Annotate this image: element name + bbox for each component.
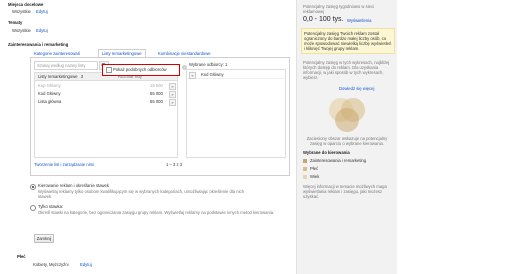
remarketing-list-table: Listy remarketingowe 3 Rozmiar listy Kup… [34,72,178,158]
search-input[interactable]: Szukaj według nazwy listy [34,61,98,70]
reach-footer: Więcej informacji w temacie możliwych ma… [303,184,387,199]
bid-only-title[interactable]: Tylko stawka: [38,204,63,209]
manage-lists-link[interactable]: Tworzenie list i zarządzanie nimi [34,162,94,167]
gender-value: Kobiety, Mężczyźni [33,262,69,267]
table-row[interactable]: Kod Główny 55 000 » [35,90,177,98]
table-row[interactable]: Kup Główny 15 000 » [35,82,177,90]
reach-value: 0,0 - 100 tys. [303,16,344,23]
tab-interest-categories[interactable]: Kategorie zainteresowań [34,51,80,56]
tab-remarketing-lists[interactable]: Listy remarketingowe [98,49,146,57]
list-count: 3 [80,74,84,79]
selected-audiences-label: Wybrane odbiorcy: 1 [189,62,228,67]
reach-warning-text: Potencjalny zasięg Twoich reklam został … [304,31,392,51]
legend-swatch [303,159,307,163]
add-row-button[interactable]: » [169,91,176,98]
tab-custom-combinations[interactable]: Kombinacje niestandardowe [158,51,211,56]
selected-targeting-heading: Wybrane do kierowania [303,150,350,155]
pagination: 1 – 3 z 3 [166,162,183,167]
row-size: 55 000 [150,99,163,104]
learn-more-link[interactable]: Dowiedz się więcej [339,86,374,91]
row-name: Kup Główny [38,83,61,88]
legend-item: Płeć [303,166,393,174]
locations-heading: Miejsca docelowe [8,2,44,7]
venn-diagram [329,98,365,132]
table-row[interactable]: Lista główna 55 000 » [35,98,177,106]
legend-swatch [303,175,307,179]
gender-heading: Płeć [17,254,26,259]
impressions-link[interactable]: Wyświetlenia [347,18,371,23]
close-button[interactable]: Zamknij [34,234,54,243]
add-row-button[interactable]: » [169,99,176,106]
legend-label: Płeć [310,166,319,171]
target-and-bid-description: Wyświetlaj reklamy tylko osobom kwalifik… [38,189,244,199]
selected-list: « Kod Główny [186,69,286,158]
tab-remarketing-lists-label: Listy remarketingowe [102,51,142,56]
topics-heading: Tematy [8,20,23,25]
reach-sidebar: Potencjalny zasięg tygodniowo w sieci re… [296,0,397,274]
selected-item-name: Kod Główny [201,72,224,77]
reach-warning: Potencjalny zasięg Twoich reklam został … [301,28,395,54]
venn-caption: Zacieniony obszar wskazuje na potencjaln… [306,136,388,146]
bid-only-description: Określ stawki na kategorie, bez ogranicz… [38,210,275,215]
legend-swatch [303,167,307,171]
topics-edit-link[interactable]: Edytuj [36,28,48,33]
list-header-label: Listy remarketingowe [38,74,78,79]
search-placeholder: Szukaj według nazwy listy [37,63,86,68]
row-size: 55 000 [150,91,163,96]
remove-selected-button[interactable]: « [189,72,196,79]
reach-label: Potencjalny zasięg tygodniowo w sieci re… [303,4,374,14]
row-name: Kod Główny [38,91,61,96]
show-similar-audiences-highlight: Pokaż podobnych odbiorców [102,64,180,76]
add-row-button[interactable]: » [169,83,176,90]
target-and-bid-title[interactable]: Kierowanie reklam i określanie stawek [38,183,109,188]
target-and-bid-radio[interactable] [30,184,36,190]
reach-explanation: Potencjalny zasięg w tych wykresach, naj… [303,60,390,80]
show-similar-checkbox[interactable] [106,67,112,73]
legend-label: Wiek [310,174,320,179]
legend-label: Zainteresowania i remarketing [310,158,367,163]
interests-heading: Zainteresowania i remarketing [8,42,69,47]
locations-value: Wszystkie [12,9,31,14]
row-size: 15 000 [150,83,163,88]
legend: Zainteresowania i remarketing Płeć Wiek [303,158,393,182]
bid-only-radio[interactable] [30,205,36,211]
topics-value: Wszystkie [12,28,31,33]
selected-item: « Kod Główny [187,71,285,79]
show-similar-label[interactable]: Pokaż podobnych odbiorców [113,67,167,72]
list-footer: Tworzenie list i zarządzanie nimi 1 – 3 … [34,162,184,167]
locations-edit-link[interactable]: Edytuj [36,9,48,14]
gender-edit-link[interactable]: Edytuj [80,262,92,267]
venn-circle-age [335,108,359,132]
remarketing-panel: Szukaj według nazwy listy Listy remarket… [30,57,290,176]
row-name: Lista główna [38,99,62,104]
legend-item: Zainteresowania i remarketing [303,158,393,166]
legend-item: Wiek [303,174,393,182]
